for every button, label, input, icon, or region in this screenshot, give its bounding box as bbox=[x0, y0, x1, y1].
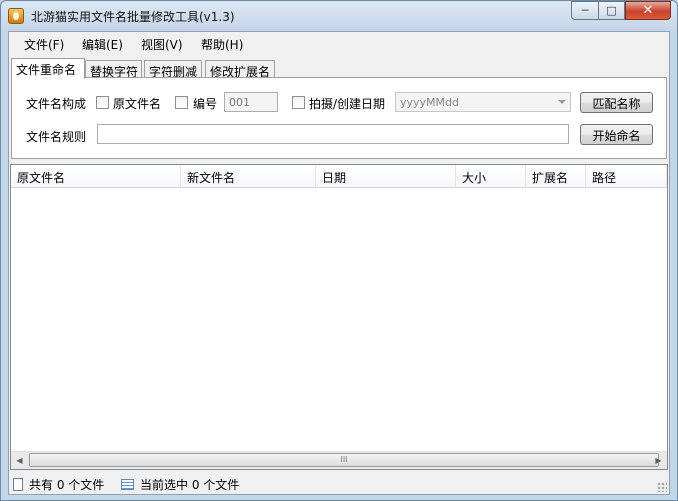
status-selected: 当前选中 0 个文件 bbox=[121, 476, 239, 493]
resize-grip-icon[interactable] bbox=[657, 482, 667, 492]
date-label[interactable]: 拍摄/创建日期 bbox=[309, 95, 385, 112]
menu-file[interactable]: 文件(F) bbox=[24, 36, 64, 53]
number-checkbox[interactable] bbox=[175, 96, 188, 109]
minimize-icon: ─ bbox=[581, 4, 589, 17]
scrollbar-thumb[interactable]: III bbox=[29, 453, 659, 467]
menu-bar: 文件(F) 编辑(E) 视图(V) 帮助(H) bbox=[9, 32, 669, 54]
scroll-right-icon[interactable]: ▶ bbox=[650, 452, 667, 469]
column-date[interactable]: 日期 bbox=[316, 165, 456, 187]
column-size[interactable]: 大小 bbox=[456, 165, 526, 187]
status-total: 共有 0 个文件 bbox=[13, 476, 104, 493]
column-path[interactable]: 路径 bbox=[586, 165, 667, 187]
document-icon bbox=[13, 478, 23, 491]
client-area: 文件(F) 编辑(E) 视图(V) 帮助(H) 文件重命名 替换字符 字符删减 … bbox=[8, 31, 670, 495]
window-title: 北游猫实用文件名批量修改工具(v1.3) bbox=[31, 10, 235, 24]
column-extension[interactable]: 扩展名 bbox=[526, 165, 586, 187]
status-selected-text: 当前选中 0 个文件 bbox=[140, 478, 240, 492]
rule-label: 文件名规则 bbox=[26, 130, 87, 144]
title-bar[interactable]: 北游猫实用文件名批量修改工具(v1.3) ─ □ ✕ bbox=[1, 1, 677, 31]
app-icon[interactable] bbox=[8, 8, 24, 24]
close-button[interactable]: ✕ bbox=[625, 1, 671, 20]
list-icon bbox=[121, 479, 134, 490]
date-checkbox[interactable] bbox=[292, 96, 305, 109]
column-original-name[interactable]: 原文件名 bbox=[11, 165, 181, 187]
date-format-select[interactable]: yyyyMMdd bbox=[395, 92, 571, 112]
maximize-button[interactable]: □ bbox=[598, 1, 625, 20]
tab-rename[interactable]: 文件重命名 bbox=[11, 58, 85, 79]
number-input[interactable]: 001 bbox=[224, 92, 278, 112]
original-name-checkbox[interactable] bbox=[96, 96, 109, 109]
tab-trim[interactable]: 字符删减 bbox=[144, 60, 202, 79]
maximize-icon: □ bbox=[606, 4, 617, 17]
date-format-value: yyyyMMdd bbox=[400, 96, 459, 109]
horizontal-scrollbar[interactable]: ◀ III ▶ bbox=[11, 451, 667, 469]
tab-extension[interactable]: 修改扩展名 bbox=[205, 60, 275, 79]
menu-view[interactable]: 视图(V) bbox=[141, 36, 183, 53]
status-total-text: 共有 0 个文件 bbox=[29, 478, 105, 492]
rename-panel: 文件名构成 原文件名 编号 001 拍摄/创建日期 yyyyMMdd 匹配名称 … bbox=[11, 77, 667, 159]
chevron-down-icon bbox=[558, 100, 566, 104]
original-name-label[interactable]: 原文件名 bbox=[113, 95, 161, 112]
minimize-button[interactable]: ─ bbox=[571, 1, 598, 20]
tab-replace[interactable]: 替换字符 bbox=[85, 60, 142, 79]
status-bar: 共有 0 个文件 当前选中 0 个文件 bbox=[9, 472, 669, 494]
composition-label: 文件名构成 bbox=[26, 97, 87, 111]
file-list[interactable]: 原文件名 新文件名 日期 大小 扩展名 路径 ◀ III ▶ bbox=[10, 164, 668, 470]
app-window: 北游猫实用文件名批量修改工具(v1.3) ─ □ ✕ 文件(F) 编辑(E) 视… bbox=[0, 0, 678, 501]
menu-help[interactable]: 帮助(H) bbox=[201, 36, 243, 53]
rule-input[interactable] bbox=[97, 124, 569, 144]
start-rename-button[interactable]: 开始命名 bbox=[580, 124, 653, 145]
column-new-name[interactable]: 新文件名 bbox=[181, 165, 316, 187]
file-list-header: 原文件名 新文件名 日期 大小 扩展名 路径 bbox=[11, 165, 667, 188]
match-name-button[interactable]: 匹配名称 bbox=[580, 92, 653, 113]
menu-edit[interactable]: 编辑(E) bbox=[82, 36, 123, 53]
scroll-left-icon[interactable]: ◀ bbox=[11, 452, 28, 469]
window-controls: ─ □ ✕ bbox=[571, 1, 671, 20]
close-icon: ✕ bbox=[642, 3, 654, 18]
number-label[interactable]: 编号 bbox=[193, 95, 217, 112]
